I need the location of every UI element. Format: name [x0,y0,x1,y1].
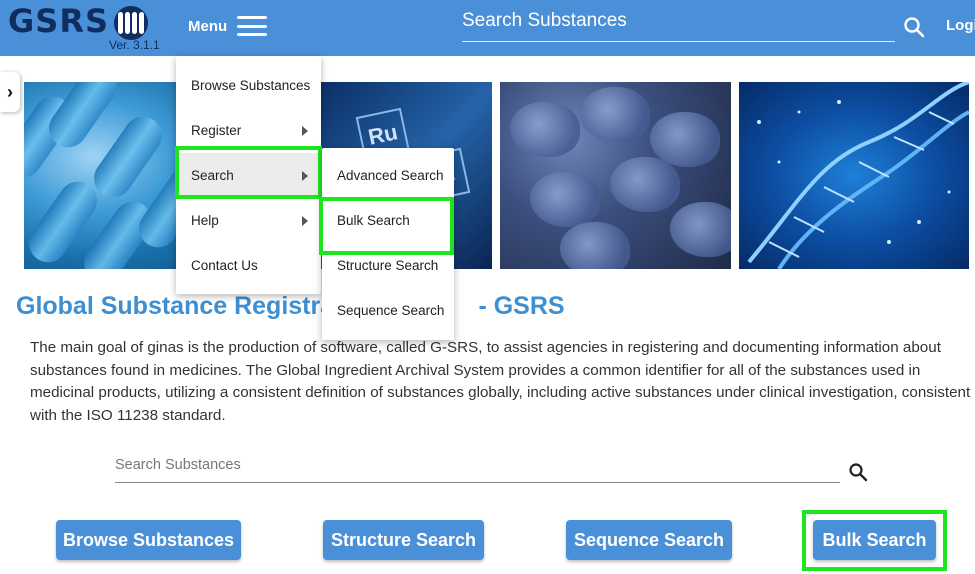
menu-item-browse-substances[interactable]: Browse Substances [176,63,321,108]
submenu-item-label: Advanced Search [337,168,444,183]
page-title: Global Substance Registrat - GSRS [16,292,565,321]
caret-right-icon [302,125,308,136]
bulk-search-button[interactable]: Bulk Search [813,520,936,560]
page-title-left: Global Substance Registrat [16,292,343,320]
search-icon[interactable] [903,16,925,38]
side-panel-toggle[interactable]: › [0,72,20,112]
caret-right-icon [302,170,308,181]
login-link[interactable]: Logi [946,17,975,34]
intro-paragraph: The main goal of ginas is the production… [30,339,971,424]
submenu-item-sequence-search[interactable]: Sequence Search [322,288,454,333]
page-title-right: - GSRS [478,292,565,320]
menu-item-contact-us[interactable]: Contact Us [176,243,321,288]
menu-button[interactable]: Menu [188,12,268,40]
menu-item-label: Browse Substances [191,78,311,93]
header-search-placeholder: Search Substances [462,10,627,31]
menu-label: Menu [188,17,228,35]
submenu-item-label: Bulk Search [337,213,410,228]
menu-item-label: Help [191,213,219,228]
submenu-item-label: Sequence Search [337,303,445,318]
banner-dna-image [739,82,969,269]
top-navbar: GSRS Ver. 3.1.1 Menu Search Substances L… [0,0,975,56]
caret-right-icon [302,215,308,226]
menu-item-label: Register [191,123,242,138]
submenu-item-label: Structure Search [337,258,439,273]
submenu-item-advanced-search[interactable]: Advanced Search [322,153,454,198]
search-submenu: Advanced Search Bulk Search Structure Se… [322,148,454,340]
header-search-input[interactable]: Search Substances [462,10,895,42]
menu-item-register[interactable]: Register [176,108,321,153]
version-label: Ver. 3.1.1 [109,38,160,52]
structure-search-button[interactable]: Structure Search [323,520,484,560]
sequence-search-button[interactable]: Sequence Search [566,520,732,560]
dna-helix-graphic [747,82,969,269]
main-search-input[interactable]: Search Substances [115,457,840,483]
globe-logo-icon [114,6,148,40]
menu-item-search[interactable]: Search [176,153,321,198]
browse-substances-button[interactable]: Browse Substances [56,520,241,560]
gsrs-logo[interactable]: GSRS [8,2,109,40]
main-menu-dropdown: Browse Substances Register Search Help C… [176,56,321,294]
search-icon[interactable] [848,462,868,482]
hamburger-icon [237,16,268,36]
banner-flowers-image [500,82,731,269]
chevron-right-icon: › [7,81,13,102]
menu-item-help[interactable]: Help [176,198,321,243]
menu-item-label: Contact Us [191,258,258,273]
submenu-item-structure-search[interactable]: Structure Search [322,243,454,288]
submenu-item-bulk-search[interactable]: Bulk Search [322,198,454,243]
main-search-placeholder: Search Substances [115,457,241,473]
menu-item-label: Search [191,168,234,183]
